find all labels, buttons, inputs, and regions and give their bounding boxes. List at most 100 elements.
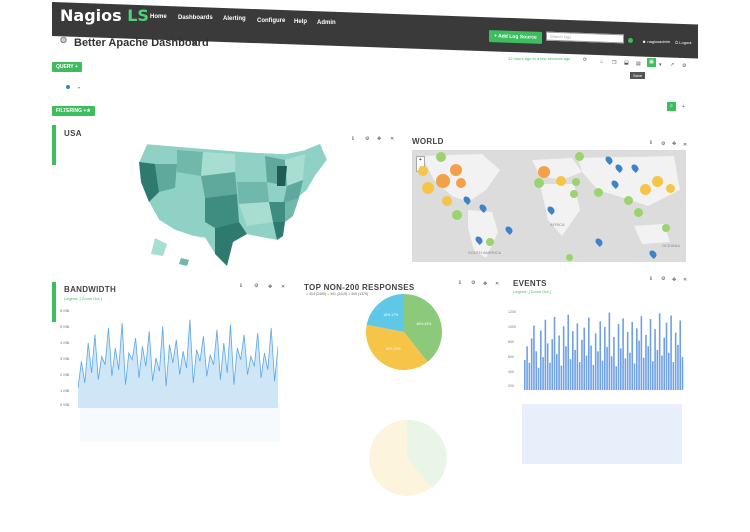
events-bar[interactable] xyxy=(590,345,592,390)
events-bar[interactable] xyxy=(647,346,650,390)
responses-gear-icon[interactable]: ⚙ xyxy=(471,280,475,286)
events-bar[interactable] xyxy=(567,314,570,390)
events-bar[interactable] xyxy=(610,356,613,390)
map-cluster-marker[interactable] xyxy=(456,178,466,188)
home-icon[interactable]: ⌂ xyxy=(600,59,603,65)
events-bar[interactable] xyxy=(649,319,652,390)
events-close-icon[interactable]: ✕ xyxy=(683,277,687,283)
map-cluster-marker[interactable] xyxy=(422,182,434,194)
events-bar[interactable] xyxy=(670,315,672,390)
world-gear-icon[interactable]: ⚙ xyxy=(661,141,665,147)
events-bar[interactable] xyxy=(622,318,624,390)
events-bar[interactable] xyxy=(597,351,599,390)
events-bar[interactable] xyxy=(535,351,538,390)
usa-move-icon[interactable]: ✥ xyxy=(377,136,381,142)
events-bar[interactable] xyxy=(645,334,647,390)
events-bar[interactable] xyxy=(576,323,579,390)
usa-map[interactable] xyxy=(135,142,330,270)
events-bar[interactable] xyxy=(601,360,604,390)
nav-home[interactable]: Home xyxy=(150,14,167,20)
events-bar[interactable] xyxy=(583,327,586,390)
chevron-down-icon[interactable]: ▾ xyxy=(659,62,662,68)
nav-alerting[interactable]: Alerting xyxy=(223,16,246,22)
events-bar[interactable] xyxy=(528,362,531,390)
folder-icon[interactable]: ▤ xyxy=(636,61,641,67)
events-bar[interactable] xyxy=(551,339,554,390)
events-bar[interactable] xyxy=(556,354,558,390)
events-bar[interactable] xyxy=(617,324,620,390)
events-bar[interactable] xyxy=(642,357,645,390)
bandwidth-legend-link[interactable]: Legend: [ Zoom Out ] xyxy=(64,296,102,301)
map-cluster-marker[interactable] xyxy=(538,166,550,178)
events-bar[interactable] xyxy=(631,321,634,390)
events-bar[interactable] xyxy=(565,346,567,390)
map-cluster-marker[interactable] xyxy=(570,190,578,198)
map-cluster-marker[interactable] xyxy=(452,210,462,220)
nav-help[interactable]: Help xyxy=(294,19,307,25)
events-bar[interactable] xyxy=(594,333,597,390)
events-bar[interactable] xyxy=(620,348,622,390)
events-bar[interactable] xyxy=(663,337,666,390)
user-menu[interactable]: ☻ nagiosadmin xyxy=(642,39,670,44)
map-cluster-marker[interactable] xyxy=(450,164,462,176)
query-color-dot[interactable] xyxy=(66,85,70,89)
refresh-icon[interactable]: ⟳ xyxy=(583,57,587,63)
add-filter-icon[interactable]: + xyxy=(682,104,685,110)
new-icon[interactable]: ❐ xyxy=(612,60,616,66)
map-cluster-marker[interactable] xyxy=(566,254,573,261)
events-bar[interactable] xyxy=(656,349,659,390)
events-bar[interactable] xyxy=(636,328,638,390)
query-dropdown-icon[interactable]: ▾ xyxy=(78,85,80,90)
gear-icon[interactable]: ⚙ xyxy=(682,63,686,69)
logout-link[interactable]: ⏻ Logout xyxy=(675,40,692,45)
events-bar[interactable] xyxy=(674,332,677,390)
events-bar[interactable] xyxy=(640,316,643,390)
nav-admin[interactable]: Admin xyxy=(317,20,336,26)
events-bar[interactable] xyxy=(633,363,636,390)
events-bar[interactable] xyxy=(592,364,595,390)
search-icon[interactable]: ⌕ xyxy=(667,102,676,111)
map-cluster-marker[interactable] xyxy=(486,238,494,246)
events-bar[interactable] xyxy=(652,361,654,390)
events-bar[interactable] xyxy=(569,359,572,390)
events-bar[interactable] xyxy=(624,358,627,390)
map-cluster-marker[interactable] xyxy=(666,184,675,193)
usa-info-icon[interactable]: ℹ xyxy=(352,136,354,142)
events-legend-link[interactable]: Legend: [ Zoom Out ] xyxy=(513,289,551,294)
events-bar[interactable] xyxy=(585,355,588,390)
usa-gear-icon[interactable]: ⚙ xyxy=(365,136,369,142)
events-bar[interactable] xyxy=(668,352,670,390)
events-bar[interactable] xyxy=(540,330,542,390)
events-move-icon[interactable]: ✥ xyxy=(672,277,676,283)
events-bar[interactable] xyxy=(553,316,556,390)
add-log-source-button[interactable]: + Add Log Source xyxy=(489,30,542,44)
events-bar[interactable] xyxy=(658,313,661,390)
events-bar[interactable] xyxy=(546,343,549,390)
bandwidth-gear-icon[interactable]: ⚙ xyxy=(254,283,258,289)
query-toggle-button[interactable]: QUERY + xyxy=(52,62,82,72)
events-bar[interactable] xyxy=(661,355,663,390)
events-bar[interactable] xyxy=(608,312,611,390)
events-bar[interactable] xyxy=(526,346,528,390)
events-bar[interactable] xyxy=(677,344,679,390)
map-cluster-marker[interactable] xyxy=(575,152,584,161)
events-bar[interactable] xyxy=(654,329,656,390)
responses-info-icon[interactable]: ℹ xyxy=(459,280,461,286)
nav-dashboards[interactable]: Dashboards xyxy=(178,15,213,21)
nav-configure[interactable]: Configure xyxy=(257,18,285,24)
usa-close-icon[interactable]: ✕ xyxy=(390,136,394,142)
events-bar[interactable] xyxy=(613,336,615,390)
events-bar[interactable] xyxy=(629,352,631,390)
bandwidth-info-icon[interactable]: ℹ xyxy=(240,283,242,289)
map-cluster-marker[interactable] xyxy=(640,184,651,195)
events-bar[interactable] xyxy=(572,331,574,390)
time-range[interactable]: 12 hours ago to a few seconds ago xyxy=(508,56,570,61)
map-cluster-marker[interactable] xyxy=(436,152,446,162)
map-cluster-marker[interactable] xyxy=(624,196,633,205)
map-cluster-marker[interactable] xyxy=(662,224,670,232)
bandwidth-close-icon[interactable]: ✕ xyxy=(281,284,285,290)
events-bar[interactable] xyxy=(588,317,590,390)
world-close-icon[interactable]: ✕ xyxy=(683,142,687,148)
world-info-icon[interactable]: ℹ xyxy=(650,140,652,146)
events-bar[interactable] xyxy=(615,366,618,390)
